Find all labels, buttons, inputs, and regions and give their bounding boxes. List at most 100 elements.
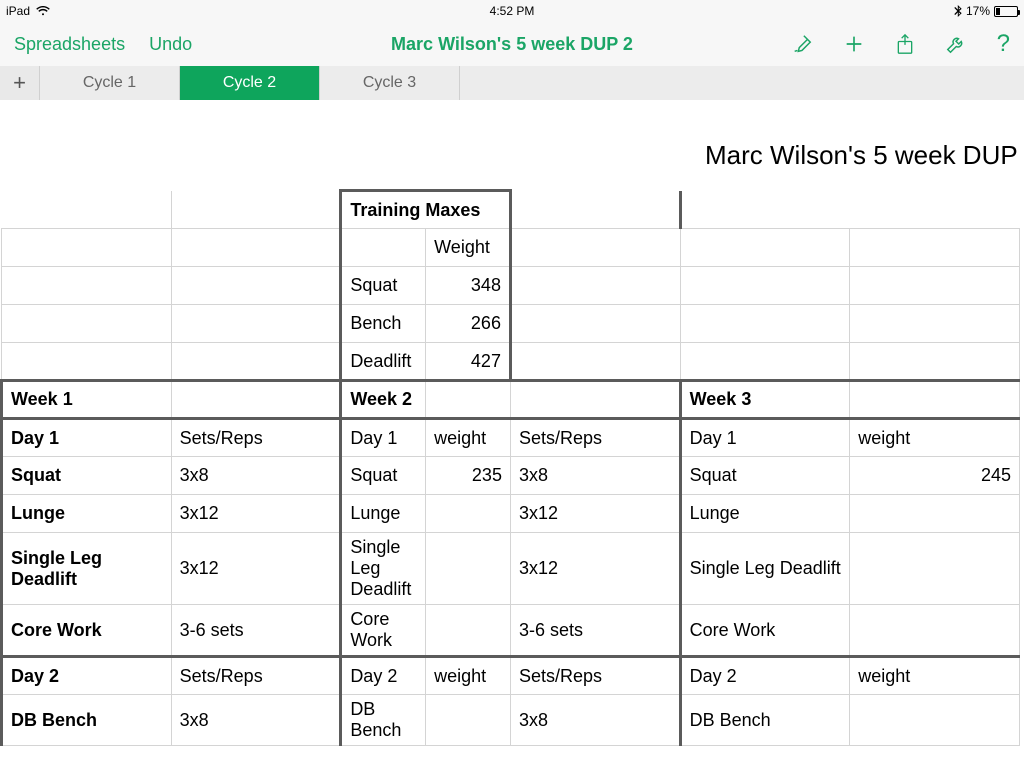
cell[interactable]	[2, 343, 172, 381]
cell[interactable]	[680, 191, 850, 229]
back-button[interactable]: Spreadsheets	[14, 34, 125, 55]
cell[interactable]	[171, 305, 341, 343]
spreadsheet-viewport[interactable]: Marc Wilson's 5 week DUP st Training Max…	[0, 100, 1024, 746]
cell-weight-w3[interactable]: weight	[850, 419, 1020, 457]
cell[interactable]	[850, 343, 1020, 381]
cell-core-w3[interactable]: Core Work	[680, 605, 850, 657]
cell[interactable]	[510, 267, 680, 305]
help-icon[interactable]: ?	[997, 30, 1010, 58]
cell-tm-squat[interactable]: Squat	[341, 267, 426, 305]
cell-squat-wt-w3[interactable]: 245	[850, 457, 1020, 495]
cell[interactable]	[680, 305, 850, 343]
cell[interactable]	[171, 191, 341, 229]
cell[interactable]	[426, 695, 511, 746]
cell-squat-w3[interactable]: Squat	[680, 457, 850, 495]
cell-day1-w2[interactable]: Day 1	[341, 419, 426, 457]
cell-dbbench-reps-w1[interactable]: 3x8	[171, 695, 341, 746]
cell-setsreps-w1[interactable]: Sets/Reps	[171, 419, 341, 457]
cell-week2[interactable]: Week 2	[341, 381, 426, 419]
cell-tm-squat-val[interactable]: 348	[426, 267, 511, 305]
cell-squat-reps-w1[interactable]: 3x8	[171, 457, 341, 495]
cell-core-w2[interactable]: Core Work	[341, 605, 426, 657]
undo-button[interactable]: Undo	[149, 34, 192, 55]
cell[interactable]	[510, 343, 680, 381]
cell-sldl-w3[interactable]: Single Leg Deadlift	[680, 533, 850, 605]
cell-sldl-reps-w1[interactable]: 3x12	[171, 533, 341, 605]
cell-week1[interactable]: Week 1	[2, 381, 172, 419]
cell[interactable]	[171, 267, 341, 305]
cell[interactable]	[341, 229, 426, 267]
spreadsheet-grid[interactable]: Training Maxes Weight Squat 348	[0, 189, 1020, 746]
cell-tm-bench-val[interactable]: 266	[426, 305, 511, 343]
cell[interactable]	[2, 305, 172, 343]
cell-day2-w1[interactable]: Day 2	[2, 657, 172, 695]
add-icon[interactable]	[843, 33, 865, 55]
cell-tm-dead[interactable]: Deadlift	[341, 343, 426, 381]
cell-dbbench-reps-w2[interactable]: 3x8	[510, 695, 680, 746]
cell[interactable]	[680, 229, 850, 267]
cell-squat-w2[interactable]: Squat	[341, 457, 426, 495]
cell[interactable]	[426, 605, 511, 657]
cell[interactable]	[850, 191, 1020, 229]
cell[interactable]	[680, 267, 850, 305]
cell[interactable]	[850, 495, 1020, 533]
cell-squat-w1[interactable]: Squat	[2, 457, 172, 495]
cell[interactable]	[850, 533, 1020, 605]
cell[interactable]	[171, 381, 341, 419]
cell-dbbench-w1[interactable]: DB Bench	[2, 695, 172, 746]
cell-core-reps-w2[interactable]: 3-6 sets	[510, 605, 680, 657]
cell-weight-header[interactable]: Weight	[426, 229, 511, 267]
cell[interactable]	[850, 267, 1020, 305]
cell-tm-bench[interactable]: Bench	[341, 305, 426, 343]
cell-setsreps-w2[interactable]: Sets/Reps	[510, 419, 680, 457]
cell[interactable]	[510, 191, 680, 229]
cell[interactable]	[680, 343, 850, 381]
cell[interactable]	[171, 229, 341, 267]
cell[interactable]	[2, 229, 172, 267]
add-sheet-button[interactable]: +	[0, 66, 40, 100]
cell-day2-w3[interactable]: Day 2	[680, 657, 850, 695]
cell[interactable]	[510, 229, 680, 267]
cell-sldl-w2[interactable]: Single Leg Deadlift	[341, 533, 426, 605]
cell-day1-w3[interactable]: Day 1	[680, 419, 850, 457]
cell[interactable]	[850, 229, 1020, 267]
cell[interactable]	[850, 605, 1020, 657]
cell-squat-reps-w2[interactable]: 3x8	[510, 457, 680, 495]
cell[interactable]	[510, 305, 680, 343]
cell-week3[interactable]: Week 3	[680, 381, 850, 419]
cell-lunge-reps-w2[interactable]: 3x12	[510, 495, 680, 533]
cell-weight2-w2[interactable]: weight	[426, 657, 511, 695]
cell-core-w1[interactable]: Core Work	[2, 605, 172, 657]
cell[interactable]	[850, 305, 1020, 343]
cell-dbbench-w2[interactable]: DB Bench	[341, 695, 426, 746]
tab-cycle-1[interactable]: Cycle 1	[40, 66, 180, 100]
cell[interactable]	[2, 267, 172, 305]
cell-setsreps2-w2[interactable]: Sets/Reps	[510, 657, 680, 695]
cell-weight-w2[interactable]: weight	[426, 419, 511, 457]
cell[interactable]	[2, 191, 172, 229]
cell-lunge-w2[interactable]: Lunge	[341, 495, 426, 533]
cell[interactable]	[850, 695, 1020, 746]
share-icon[interactable]	[895, 33, 915, 55]
cell-setsreps2-w1[interactable]: Sets/Reps	[171, 657, 341, 695]
cell-sldl-reps-w2[interactable]: 3x12	[510, 533, 680, 605]
cell-core-reps-w1[interactable]: 3-6 sets	[171, 605, 341, 657]
cell-day1-w1[interactable]: Day 1	[2, 419, 172, 457]
brush-icon[interactable]	[791, 33, 813, 55]
cell[interactable]	[426, 381, 511, 419]
cell-tm-dead-val[interactable]: 427	[426, 343, 511, 381]
cell-day2-w2[interactable]: Day 2	[341, 657, 426, 695]
cell-training-maxes[interactable]: Training Maxes	[341, 191, 511, 229]
cell-lunge-w3[interactable]: Lunge	[680, 495, 850, 533]
cell-lunge-reps-w1[interactable]: 3x12	[171, 495, 341, 533]
cell[interactable]	[426, 495, 511, 533]
cell[interactable]	[171, 343, 341, 381]
cell-weight2-w3[interactable]: weight	[850, 657, 1020, 695]
tab-cycle-2[interactable]: Cycle 2	[180, 66, 320, 100]
tab-cycle-3[interactable]: Cycle 3	[320, 66, 460, 100]
cell-lunge-w1[interactable]: Lunge	[2, 495, 172, 533]
cell-squat-wt-w2[interactable]: 235	[426, 457, 511, 495]
cell[interactable]	[426, 533, 511, 605]
cell[interactable]	[850, 381, 1020, 419]
cell-dbbench-w3[interactable]: DB Bench	[680, 695, 850, 746]
